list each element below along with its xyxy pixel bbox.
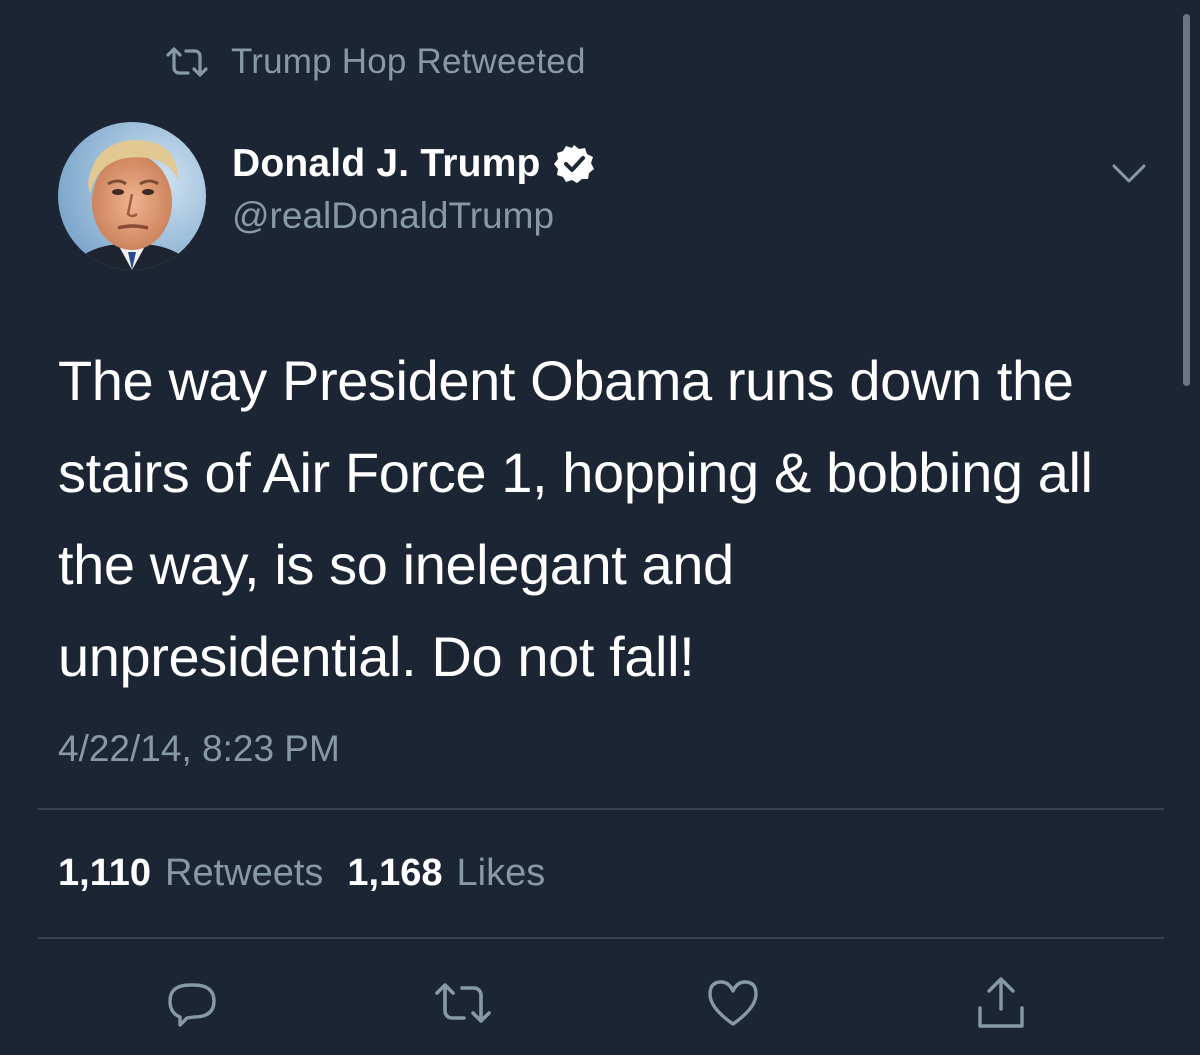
- retweets-label[interactable]: Retweets: [165, 852, 323, 895]
- tweet-stats: 1,110 Retweets 1,168 Likes: [58, 852, 545, 895]
- divider: [38, 937, 1164, 939]
- verified-badge-icon: [553, 143, 595, 185]
- likes-label[interactable]: Likes: [457, 852, 546, 895]
- chevron-down-icon[interactable]: [1106, 150, 1152, 196]
- retweet-icon: [434, 981, 492, 1025]
- retweet-button[interactable]: [428, 968, 498, 1038]
- likes-count[interactable]: 1,168: [347, 852, 442, 895]
- heart-icon: [706, 978, 760, 1028]
- retweet-icon: [165, 46, 209, 78]
- tweet-timestamp: 4/22/14, 8:23 PM: [58, 728, 340, 769]
- author-name[interactable]: Donald J. Trump: [232, 142, 541, 186]
- share-icon: [975, 976, 1027, 1030]
- avatar[interactable]: [58, 122, 206, 270]
- share-button[interactable]: [966, 968, 1036, 1038]
- like-button[interactable]: [698, 968, 768, 1038]
- action-bar: [0, 968, 1200, 1038]
- reply-icon: [166, 977, 218, 1029]
- author-handle[interactable]: @realDonaldTrump: [232, 195, 554, 237]
- divider: [38, 808, 1164, 810]
- reply-button[interactable]: [157, 968, 227, 1038]
- social-context-text: Trump Hop Retweeted: [231, 42, 586, 81]
- social-context[interactable]: Trump Hop Retweeted: [165, 42, 586, 82]
- scrollbar[interactable]: [1183, 14, 1190, 386]
- tweet-text: The way President Obama runs down the st…: [58, 349, 1093, 688]
- author-name-row[interactable]: Donald J. Trump: [232, 142, 595, 186]
- tweet-detail-view: Trump Hop Retweeted Donald J. Trump @rea…: [0, 0, 1200, 1055]
- retweets-count[interactable]: 1,110: [58, 852, 151, 895]
